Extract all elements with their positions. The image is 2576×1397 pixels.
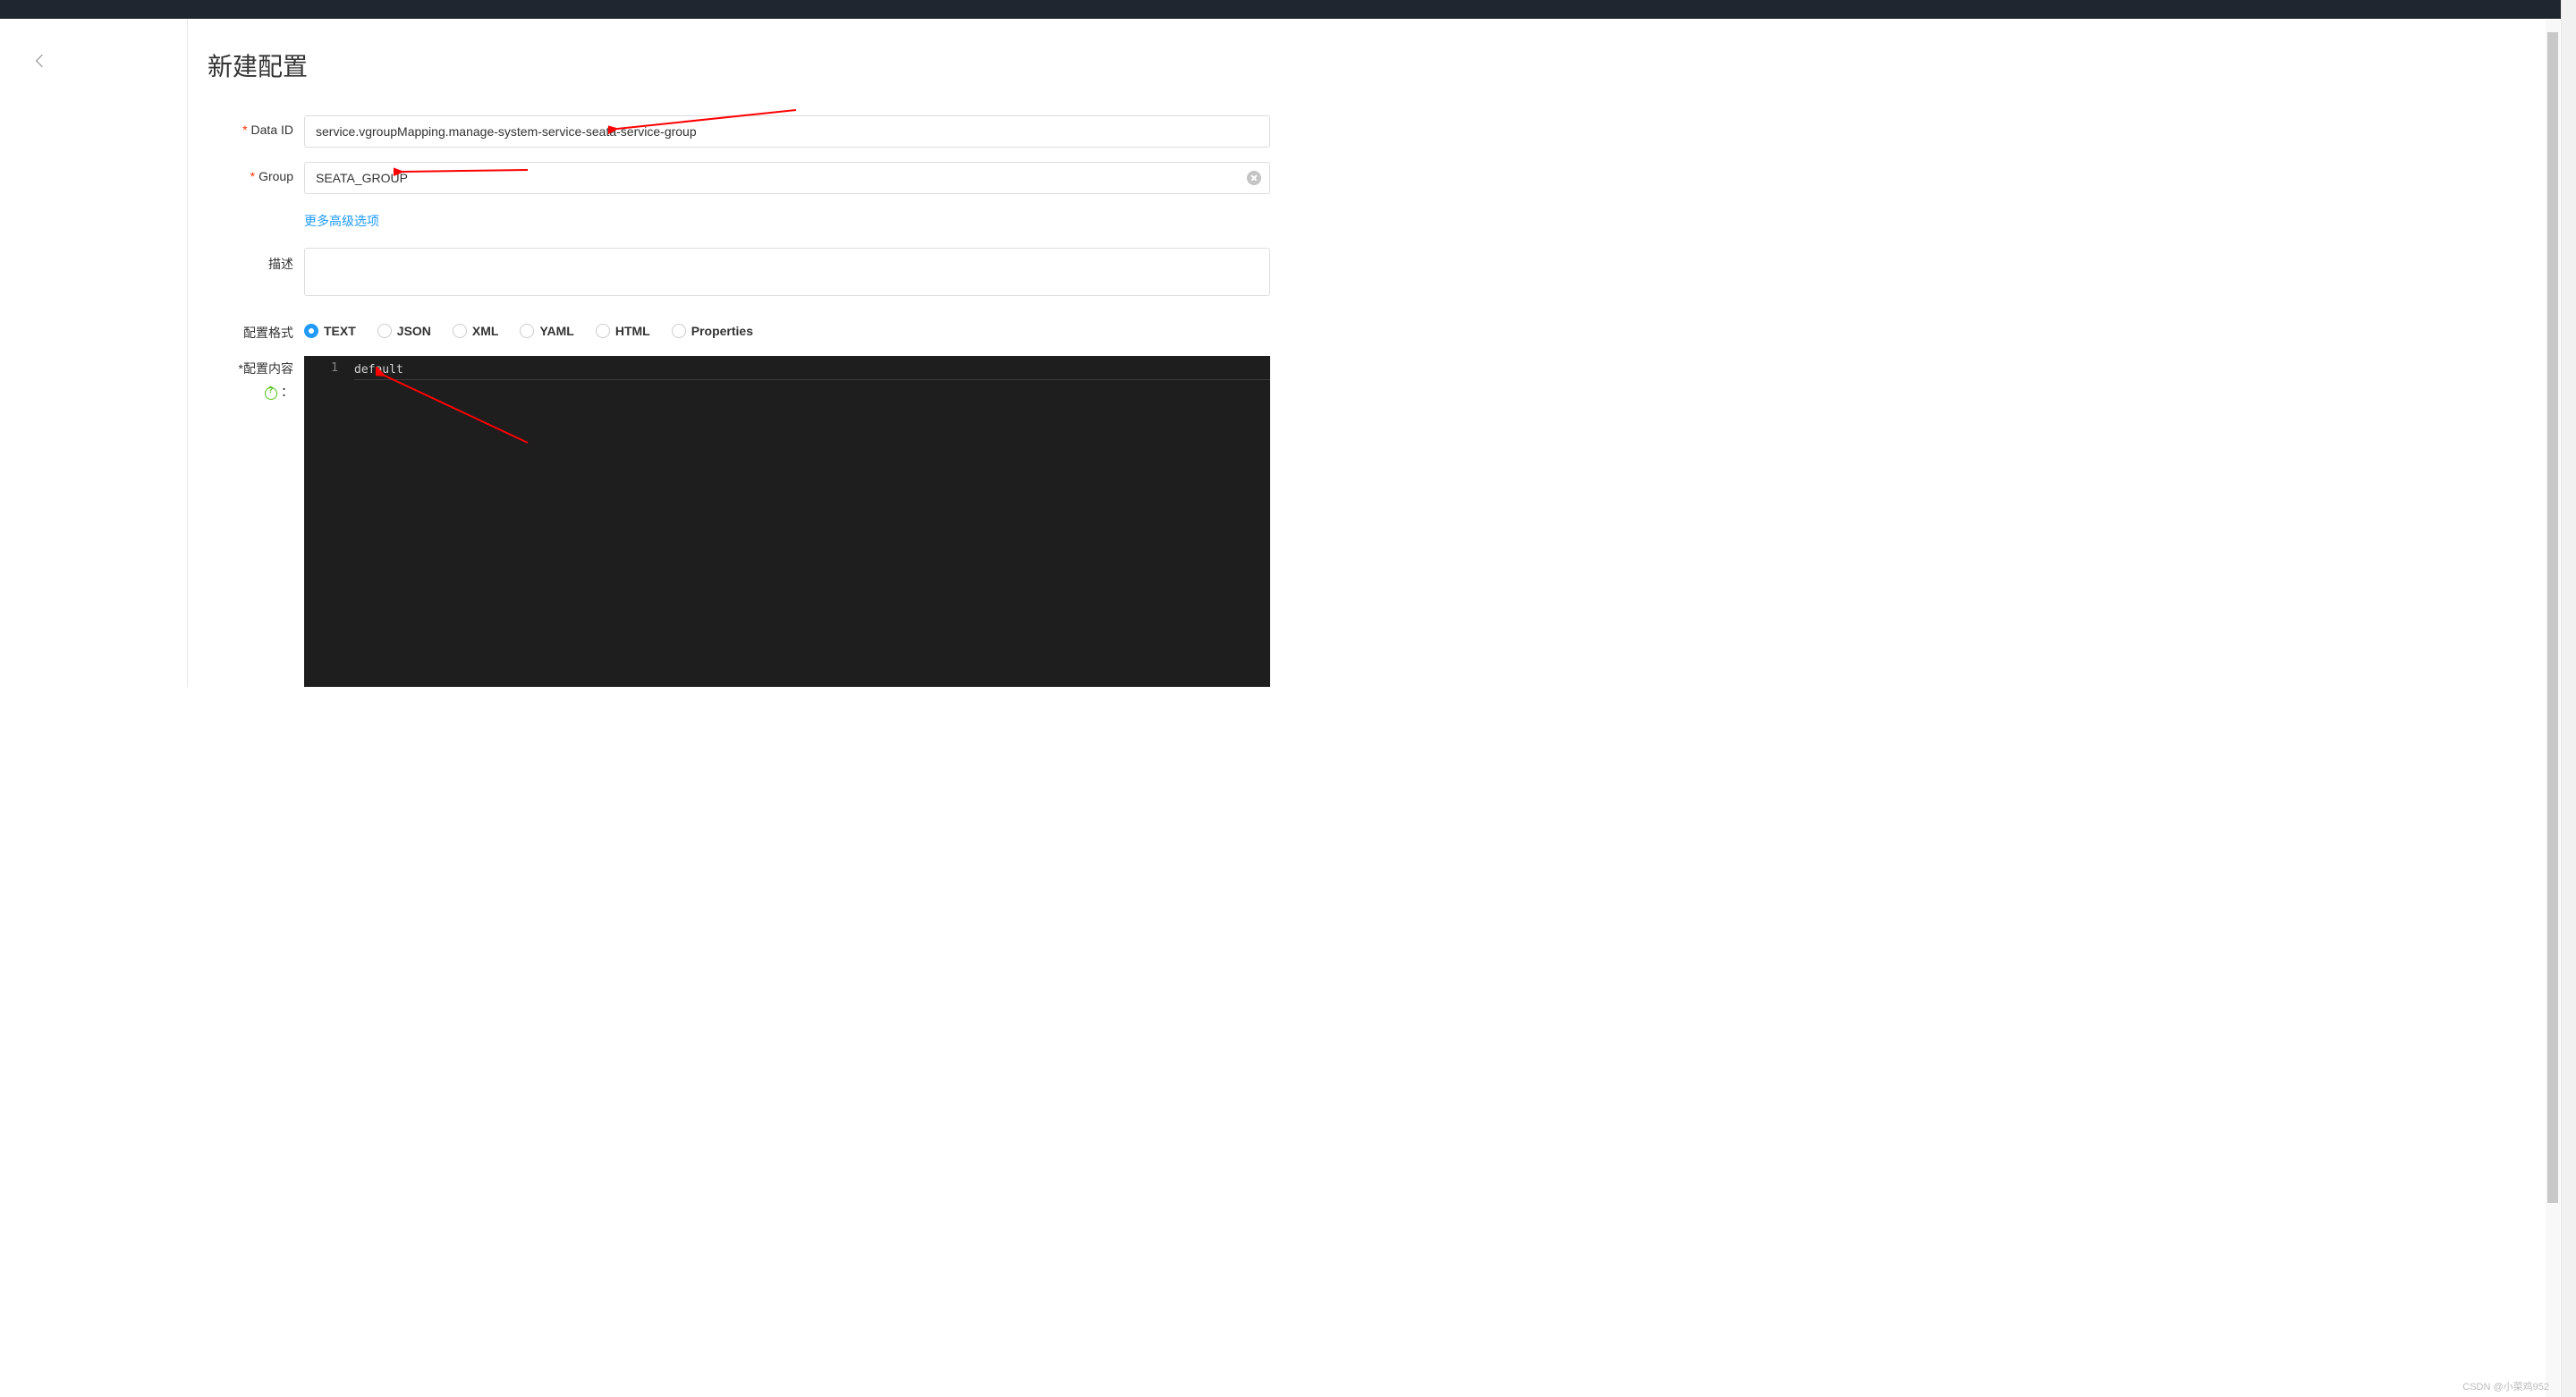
radio-circle-icon — [520, 324, 534, 338]
field-content: 1 default — [304, 356, 1270, 687]
inner-scroll-thumb[interactable] — [2547, 32, 2558, 1203]
radio-option-json[interactable]: JSON — [377, 324, 431, 338]
top-header-bar — [0, 0, 2576, 19]
radio-circle-icon — [304, 324, 318, 338]
radio-circle-icon — [453, 324, 467, 338]
radio-label: XML — [472, 324, 499, 338]
radio-option-html[interactable]: HTML — [596, 324, 650, 338]
label-content-wrapper: *配置内容 ： — [208, 356, 304, 401]
field-advanced: 更多高级选项 — [304, 208, 1270, 230]
radio-label: HTML — [615, 324, 650, 338]
radio-circle-icon — [672, 324, 686, 338]
radio-option-yaml[interactable]: YAML — [520, 324, 573, 338]
form-row-data-id: *Data ID — [208, 115, 1270, 148]
page-title: 新建配置 — [208, 47, 1270, 83]
outer-scrollbar[interactable] — [2561, 0, 2576, 1397]
help-icon[interactable] — [265, 387, 277, 400]
radio-option-xml[interactable]: XML — [453, 324, 499, 338]
field-group — [304, 162, 1270, 194]
link-advanced-options[interactable]: 更多高级选项 — [304, 208, 379, 230]
content-help-row: ： — [265, 383, 293, 401]
label-content: *配置内容 — [239, 356, 293, 377]
code-editor[interactable]: 1 default — [304, 356, 1270, 687]
radio-label: JSON — [397, 324, 431, 338]
radio-label: TEXT — [324, 324, 356, 338]
label-description: 描述 — [208, 248, 304, 273]
left-sidebar-gutter — [0, 19, 188, 687]
clear-group-icon[interactable] — [1247, 171, 1261, 185]
form-row-advanced: 更多高级选项 — [208, 208, 1270, 230]
input-group[interactable] — [304, 162, 1270, 194]
watermark: CSDN @小菜鸡952 — [2462, 1379, 2549, 1393]
page-container: 新建配置 *Data ID *Group 更多高级选项 — [0, 19, 2576, 687]
label-data-id: *Data ID — [208, 115, 304, 137]
radio-option-properties[interactable]: Properties — [672, 324, 753, 338]
input-data-id[interactable] — [304, 115, 1270, 148]
label-format: 配置格式 — [208, 317, 304, 342]
radio-label: Properties — [691, 324, 753, 338]
main-content: 新建配置 *Data ID *Group 更多高级选项 — [188, 19, 1306, 687]
editor-gutter: 1 — [304, 356, 347, 687]
radio-label: YAML — [539, 324, 573, 338]
radio-circle-icon — [596, 324, 610, 338]
editor-content[interactable]: default — [347, 356, 1270, 687]
field-description — [304, 248, 1270, 299]
inner-scrollbar[interactable] — [2546, 20, 2560, 1397]
form-row-content: *配置内容 ： 1 default — [208, 356, 1270, 687]
form-row-group: *Group — [208, 162, 1270, 194]
form-row-description: 描述 — [208, 248, 1270, 299]
form-row-format: 配置格式 TEXT JSON XML YAML HTML Properties — [208, 317, 1270, 342]
radio-circle-icon — [377, 324, 392, 338]
back-chevron-icon[interactable] — [36, 55, 48, 67]
textarea-description[interactable] — [304, 248, 1270, 296]
label-group: *Group — [208, 162, 304, 183]
field-data-id — [304, 115, 1270, 148]
radio-option-text[interactable]: TEXT — [304, 324, 356, 338]
field-format: TEXT JSON XML YAML HTML Properties — [304, 317, 1270, 338]
radio-group-format: TEXT JSON XML YAML HTML Properties — [304, 317, 1270, 338]
